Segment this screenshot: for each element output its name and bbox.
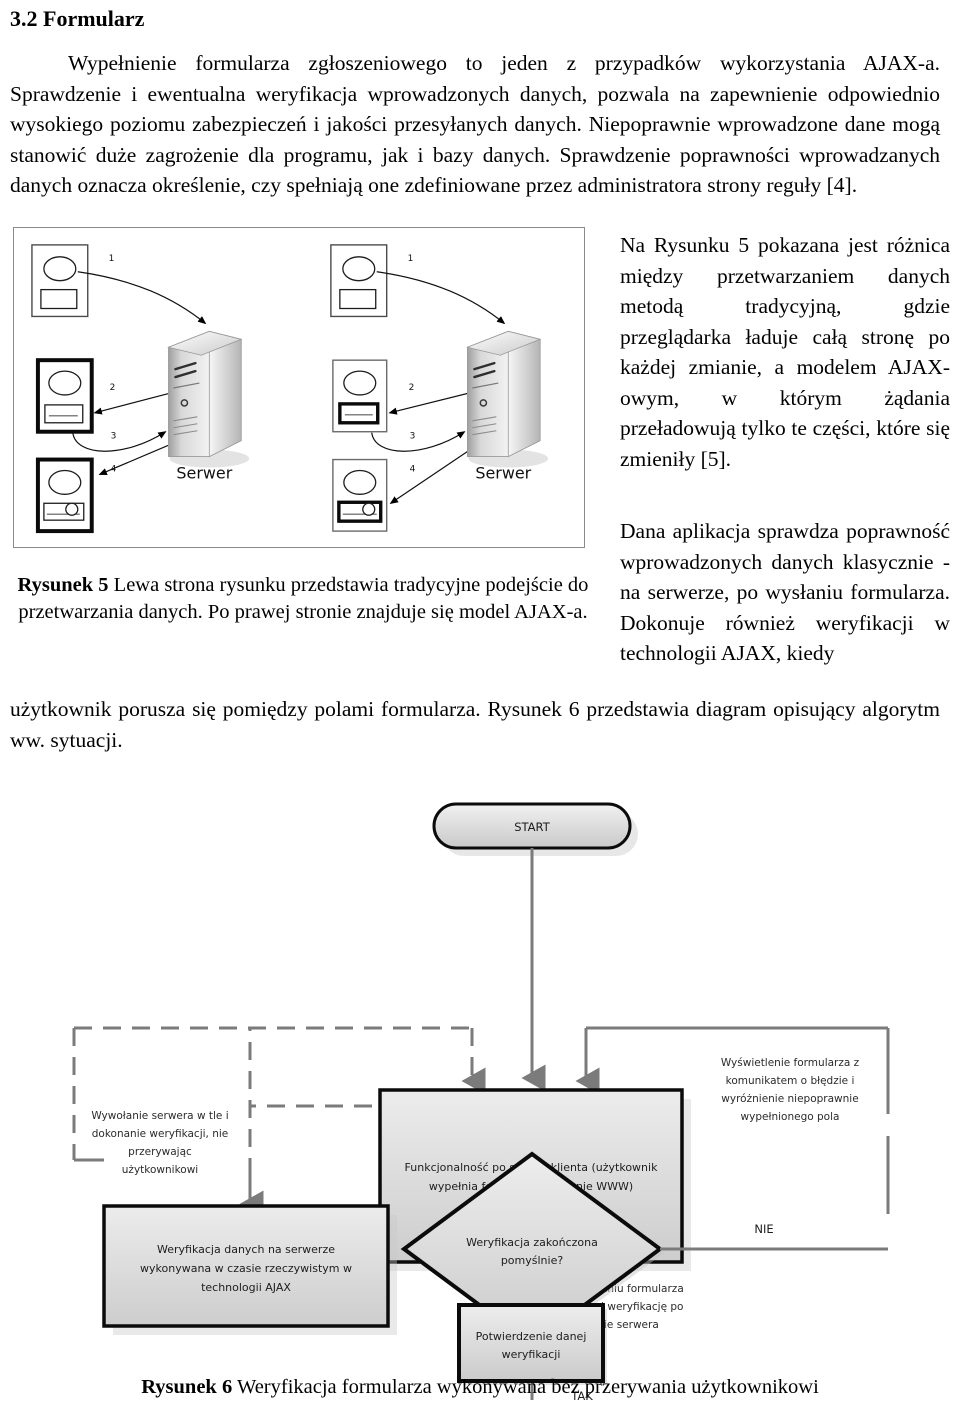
figure5-caption: Rysunek 5 Lewa strona rysunku przedstawi… [14, 572, 592, 627]
flow-note-right-line3: wyróżnienie niepoprawnie [721, 1093, 858, 1105]
right-paragraph-1: Na Rysunku 5 pokazana jest różnica międz… [620, 233, 950, 471]
figure5-left-browser-1 [31, 244, 89, 318]
flow-confirm-line2: weryfikacji [502, 1348, 561, 1361]
flow-node-start: START [432, 802, 638, 856]
figure5-right-browser-1 [330, 244, 388, 318]
intro-paragraph-text: Wypełnienie formularza zgłoszeniowego to… [10, 51, 940, 198]
flow-note-right-line2: komunikatem o błędzie i [726, 1075, 855, 1087]
figure5-left-server [167, 330, 250, 468]
figure5-right-browser-3 [332, 458, 388, 532]
flow-branch-no-label: NIE [754, 1222, 773, 1236]
flow-confirm-line1: Potwierdzenie danej [476, 1330, 587, 1343]
document-page: 3.2 Formularz Wypełnienie formularza zgł… [0, 0, 960, 1408]
figure5-step-3-right: 3 [410, 432, 416, 442]
figure5-right-server [466, 330, 549, 468]
figure5-step-4-right: 4 [410, 464, 416, 474]
flow-decision-line2: pomyślnie? [501, 1254, 564, 1267]
flow-note-right: Wyświetlenie formularza z komunikatem o … [721, 1057, 860, 1123]
flow-note-right-line4: wypełnionego pola [741, 1111, 840, 1123]
figure5-left-browser-3 [35, 457, 94, 534]
figure5-step-1-left: 1 [109, 254, 115, 264]
tail-paragraph: użytkownik porusza się pomiędzy polami f… [10, 697, 940, 752]
figure5-step-2-left: 2 [110, 383, 116, 393]
flow-node-confirm: Potwierdzenie danej weryfikacji [457, 1303, 607, 1385]
figure5-caption-lead: Rysunek 5 [17, 574, 109, 596]
flow-note-left-line1: Wywołanie serwera w tle i [91, 1110, 228, 1122]
figure5-right-browser-2 [332, 359, 388, 433]
flow-note-right-line1: Wyświetlenie formularza z [721, 1057, 860, 1069]
flow-note-left-line2: dokonanie weryfikacji, nie [92, 1128, 229, 1140]
figure5-step-3-left: 3 [111, 432, 117, 442]
flow-decision-line1: Weryfikacja zakończona [466, 1236, 598, 1249]
figure6-caption-text: Weryfikacja formularza wykonywana bez pr… [236, 1376, 819, 1398]
figure5-illustration: 1 2 3 4 Serwer 1 2 3 4 Serwer [31, 244, 549, 534]
figure5-right-server-label: Serwer [475, 463, 531, 482]
figure5-left-group: 1 2 3 4 Serwer [31, 244, 250, 534]
figure5-left-browser-2 [35, 358, 94, 434]
figure5-left-server-label: Serwer [176, 463, 232, 482]
figure5-right-group: 1 2 3 4 Serwer [330, 244, 549, 532]
figure5-frame: 1 2 3 4 Serwer 1 2 3 4 Serwer [13, 227, 585, 548]
figure6-caption: Rysunek 6 Weryfikacja formularza wykonyw… [0, 1376, 960, 1399]
section-heading: 3.2 Formularz [10, 6, 145, 31]
figure5-step-1-right: 1 [408, 254, 414, 264]
flow-start-label: START [514, 820, 550, 834]
intro-paragraph: Wypełnienie formularza zgłoszeniowego to… [10, 48, 940, 201]
figure5-step-2-right: 2 [409, 383, 415, 393]
right-paragraph-2: Dana aplikacja sprawdza poprawność wprow… [620, 519, 950, 666]
figure6-caption-lead: Rysunek 6 [141, 1376, 233, 1398]
